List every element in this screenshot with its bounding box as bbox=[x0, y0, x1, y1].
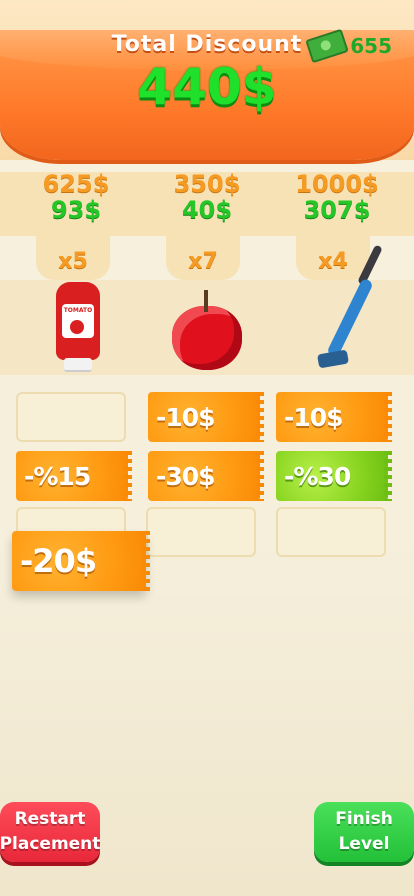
coupon-tile[interactable]: -30$ bbox=[148, 451, 264, 501]
restart-placement-button[interactable]: Restart Placement bbox=[0, 802, 100, 862]
coupon-tile[interactable]: -10$ bbox=[148, 392, 264, 442]
original-price: 1000$ bbox=[295, 170, 379, 198]
finish-level-button[interactable]: Finish Level bbox=[314, 802, 414, 862]
coupon-value: -10$ bbox=[156, 402, 216, 432]
cash-value: 655 bbox=[350, 34, 392, 58]
product-price-ketchup: 625$ 93$ bbox=[16, 170, 136, 224]
vacuum-cleaner-icon bbox=[314, 240, 404, 376]
product-price-vacuum: 1000$ 307$ bbox=[277, 170, 397, 224]
coupon-value: -30$ bbox=[156, 461, 216, 491]
total-discount-amount: 440$ bbox=[137, 58, 277, 116]
ketchup-bottle-icon: TOMATO bbox=[56, 282, 100, 372]
coupon-tile-green[interactable]: -%30 bbox=[276, 451, 392, 501]
product-price-apple: 350$ 40$ bbox=[147, 170, 267, 224]
original-price: 625$ bbox=[42, 170, 110, 198]
quantity-apple: x7 bbox=[166, 236, 240, 280]
ketchup-label-text: TOMATO bbox=[63, 307, 93, 314]
quantity-ketchup: x5 bbox=[36, 236, 110, 280]
coupon-slot-empty[interactable] bbox=[276, 507, 386, 557]
coupon-value: -%15 bbox=[24, 461, 91, 491]
dragged-coupon-tile[interactable]: -20$ bbox=[12, 531, 150, 591]
coupon-tile[interactable]: -%15 bbox=[16, 451, 132, 501]
coupon-tile[interactable]: -10$ bbox=[276, 392, 392, 442]
discounted-price: 40$ bbox=[181, 196, 233, 224]
coupon-slot-empty[interactable] bbox=[146, 507, 256, 557]
coupon-value: -%30 bbox=[284, 461, 351, 491]
apple-icon bbox=[170, 290, 244, 374]
coupon-value: -20$ bbox=[20, 542, 97, 580]
coupon-value: -10$ bbox=[284, 402, 344, 432]
original-price: 350$ bbox=[173, 170, 241, 198]
coupon-slot-empty[interactable] bbox=[16, 392, 126, 442]
cash-counter: 655 bbox=[305, 28, 392, 64]
discounted-price: 93$ bbox=[50, 196, 102, 224]
discounted-price: 307$ bbox=[303, 196, 371, 224]
